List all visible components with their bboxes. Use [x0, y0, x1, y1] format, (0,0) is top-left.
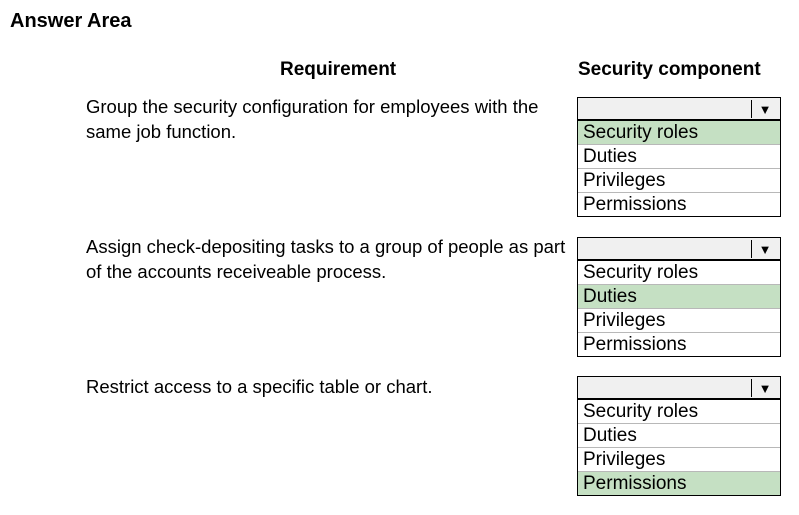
- dropdown-select[interactable]: ▼: [577, 237, 781, 261]
- chevron-down-icon[interactable]: ▼: [751, 379, 778, 397]
- dropdown-options: Security roles Duties Privileges Permission…: [577, 400, 781, 496]
- answer-area-title: Answer Area: [10, 10, 132, 32]
- dropdown-option[interactable]: Privileges: [578, 309, 780, 333]
- dropdown-select[interactable]: ▼: [577, 97, 781, 121]
- dropdown-options: Security roles Duties Privileges Permission…: [577, 121, 781, 217]
- dropdown-options: Security roles Duties Privileges Permission…: [577, 261, 781, 357]
- requirement-header: Requirement: [280, 59, 397, 80]
- dropdown-option[interactable]: Privileges: [578, 169, 780, 193]
- dropdown-option[interactable]: Security roles: [578, 400, 780, 424]
- dropdown-select[interactable]: ▼: [577, 376, 781, 400]
- dropdown-option[interactable]: Duties: [578, 145, 780, 169]
- security-component-dropdown[interactable]: ▼ Security roles Duties Privileges Permissi…: [577, 376, 781, 496]
- dropdown-option[interactable]: Security roles: [578, 261, 780, 285]
- security-component-header: Security component: [578, 59, 761, 80]
- dropdown-option[interactable]: Security roles: [578, 121, 780, 145]
- dropdown-option[interactable]: Permissions: [578, 193, 780, 216]
- requirement-text: Group the security configuration for emp…: [86, 96, 539, 142]
- dropdown-option[interactable]: Privileges: [578, 448, 780, 472]
- requirement-text: Assign check-depositing tasks to a group…: [86, 236, 566, 282]
- dropdown-option[interactable]: Permissions: [578, 472, 780, 495]
- dropdown-option[interactable]: Duties: [578, 285, 780, 309]
- dropdown-option[interactable]: Duties: [578, 424, 780, 448]
- security-component-dropdown[interactable]: ▼ Security roles Duties Privileges Permissi…: [577, 237, 781, 357]
- chevron-down-icon[interactable]: ▼: [751, 240, 778, 258]
- chevron-down-icon[interactable]: ▼: [751, 100, 778, 118]
- requirement-text: Restrict access to a specific table or c…: [86, 376, 433, 397]
- dropdown-option[interactable]: Permissions: [578, 333, 780, 356]
- security-component-dropdown[interactable]: ▼ Security roles Duties Privileges Permissi…: [577, 97, 781, 217]
